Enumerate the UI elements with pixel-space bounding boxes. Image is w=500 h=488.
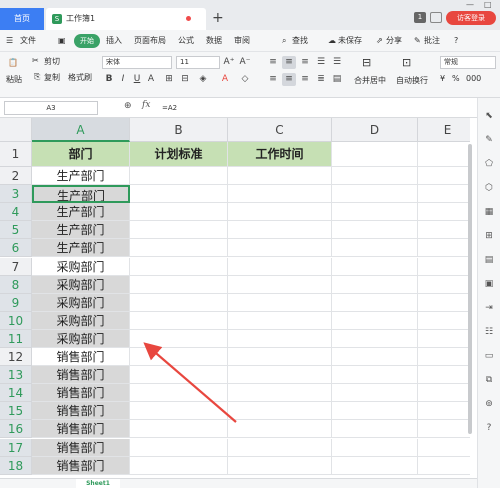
sheet-tab-bar: Sheet1 <box>0 478 477 488</box>
annotation-arrow <box>143 342 237 423</box>
vertical-scrollbar[interactable] <box>466 118 474 448</box>
format-icon[interactable]: ☷ <box>483 326 495 338</box>
document-icon[interactable]: ▤ <box>483 254 495 266</box>
image-icon[interactable]: ▣ <box>483 278 495 290</box>
table-icon[interactable]: ▦ <box>483 206 495 218</box>
stack-icon[interactable]: ⧉ <box>483 374 495 386</box>
shape-icon[interactable]: ⬠ <box>483 158 495 170</box>
pen-icon[interactable]: ✎ <box>483 134 495 146</box>
right-sidebar: ⬉ ✎ ⬠ ⬡ ▦ ⊞ ▤ ▣ ⇥ ☷ ▭ ⧉ ⊚? <box>477 98 500 488</box>
filter-icon[interactable]: ⊚ <box>483 398 495 410</box>
cursor-icon[interactable]: ⬉ <box>483 110 495 122</box>
spreadsheet-window: 首页 S 工作簿1 + 1 访客登录 — □ ☰ 文件 ▣ 开始 插入 页面布局… <box>0 0 500 488</box>
export-icon[interactable]: ⇥ <box>483 302 495 314</box>
cube-icon[interactable]: ⬡ <box>483 182 495 194</box>
question-icon[interactable]: ? <box>483 422 495 434</box>
sheet-tab[interactable]: Sheet1 <box>76 479 120 488</box>
box-icon[interactable]: ▭ <box>483 350 495 362</box>
grid-icon[interactable]: ⊞ <box>483 230 495 242</box>
scrollbar-thumb[interactable] <box>468 144 472 434</box>
